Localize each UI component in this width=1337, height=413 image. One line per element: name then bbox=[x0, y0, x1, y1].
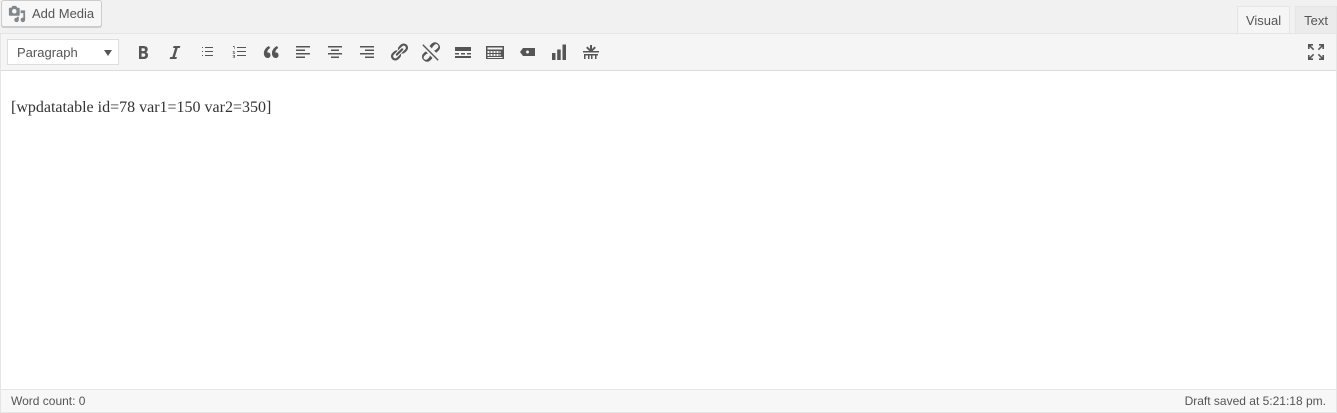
tab-visual[interactable]: Visual bbox=[1236, 6, 1291, 34]
editor-box: Paragraph [wpdatatable id=78 var1=150 va… bbox=[0, 33, 1337, 413]
bold-button[interactable] bbox=[129, 38, 157, 66]
bulleted-list-icon bbox=[202, 47, 213, 56]
remove-link-icon bbox=[422, 42, 440, 62]
chevron-down-icon bbox=[104, 50, 112, 56]
tab-text[interactable]: Text bbox=[1295, 6, 1337, 34]
numbered-list-icon bbox=[232, 46, 246, 58]
format-select[interactable]: Paragraph bbox=[7, 39, 119, 65]
read-more-button[interactable] bbox=[449, 38, 477, 66]
post-editor: Add Media Visual Text Paragraph [wpdatat… bbox=[0, 0, 1337, 413]
editor-tabs: Visual Text bbox=[1232, 6, 1337, 34]
blockquote-button[interactable] bbox=[257, 38, 285, 66]
toolbar-toggle-button[interactable] bbox=[481, 38, 509, 66]
editor-status-bar: Word count: 0 Draft saved at 5:21:18 pm. bbox=[1, 389, 1336, 412]
bold-icon bbox=[139, 46, 148, 59]
bulleted-list-button[interactable] bbox=[193, 38, 221, 66]
insert-link-icon bbox=[391, 43, 408, 61]
format-select-value: Paragraph bbox=[17, 44, 78, 60]
italic-icon bbox=[169, 46, 181, 59]
wpdatachart-icon bbox=[552, 44, 566, 60]
add-media-label: Add Media bbox=[32, 6, 95, 21]
add-media-button[interactable]: Add Media bbox=[1, 0, 102, 27]
align-right-icon bbox=[360, 46, 374, 58]
word-count: Word count: 0 bbox=[11, 394, 86, 408]
editor-toolbar: Paragraph bbox=[1, 34, 1336, 71]
numbered-list-button[interactable] bbox=[225, 38, 253, 66]
editor-content-area[interactable]: [wpdatatable id=78 var1=150 var2=350] bbox=[1, 71, 1336, 389]
draft-saved-status: Draft saved at 5:21:18 pm. bbox=[1184, 394, 1326, 408]
fullscreen-icon bbox=[1308, 44, 1324, 60]
align-center-button[interactable] bbox=[321, 38, 349, 66]
insert-shortcode-icon bbox=[583, 45, 599, 59]
add-media-icon bbox=[8, 5, 26, 23]
italic-button[interactable] bbox=[161, 38, 189, 66]
blockquote-icon bbox=[263, 46, 279, 58]
toolbar-toggle-icon bbox=[486, 46, 504, 59]
align-right-button[interactable] bbox=[353, 38, 381, 66]
align-center-icon bbox=[328, 46, 342, 58]
insert-link-button[interactable] bbox=[385, 38, 413, 66]
wpdatachart-button[interactable] bbox=[545, 38, 573, 66]
align-left-button[interactable] bbox=[289, 38, 317, 66]
read-more-icon bbox=[455, 47, 471, 58]
shortcode-paragraph: [wpdatatable id=78 var1=150 var2=350] bbox=[11, 99, 272, 116]
align-left-icon bbox=[296, 46, 310, 58]
fullscreen-button[interactable] bbox=[1302, 38, 1330, 66]
media-bar: Add Media Visual Text bbox=[0, 0, 1337, 34]
remove-link-button[interactable] bbox=[417, 38, 445, 66]
insert-shortcode-button[interactable] bbox=[577, 38, 605, 66]
wpdatatable-button[interactable] bbox=[513, 38, 541, 66]
wpdatatable-icon bbox=[520, 48, 535, 56]
